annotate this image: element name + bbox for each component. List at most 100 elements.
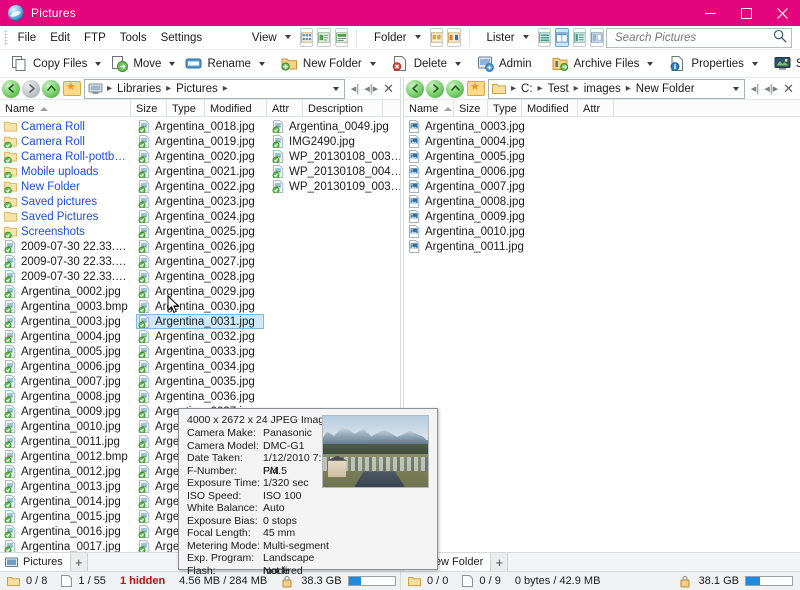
file-row[interactable]: Argentina_0029.jpg [134, 284, 264, 299]
file-row[interactable]: Argentina_0009.jpg [0, 404, 130, 419]
collapse-left-icon[interactable]: ◂| [751, 82, 759, 95]
file-row[interactable]: WP_20130108_003.jpg [268, 149, 400, 164]
file-row[interactable]: Argentina_0011.jpg [0, 434, 130, 449]
folder-row[interactable]: Camera Roll [0, 134, 130, 149]
delete-dropdown-icon[interactable] [455, 62, 461, 66]
column-header-type[interactable]: Type [167, 100, 205, 116]
file-row[interactable]: 2009-07-30 22.33.10.jpg [0, 239, 130, 254]
expand-icon[interactable]: ◂|▸ [764, 82, 778, 95]
left-path-field[interactable]: ▸ Libraries ▸ Pictures ▸ [84, 79, 345, 99]
properties-dropdown-icon[interactable] [752, 62, 758, 66]
column-header-type[interactable]: Type [488, 100, 522, 116]
file-row[interactable]: Argentina_0013.jpg [0, 479, 130, 494]
file-row[interactable]: Argentina_0019.jpg [134, 134, 264, 149]
lister-dual-vertical-button[interactable] [555, 28, 569, 47]
menu-edit[interactable]: Edit [43, 29, 77, 47]
folder-row[interactable]: Camera Roll-pottbookair [0, 149, 130, 164]
file-row[interactable]: Argentina_0030.jpg [134, 299, 264, 314]
file-row[interactable]: Argentina_0004.jpg [404, 134, 554, 149]
crumb-pictures[interactable]: Pictures [174, 83, 220, 95]
menu-ftp[interactable]: FTP [77, 29, 113, 47]
slideshow-button[interactable]: Slideshow [770, 52, 800, 76]
lister-preview-button[interactable] [590, 28, 604, 47]
close-button[interactable] [764, 0, 800, 26]
file-row[interactable]: Argentina_0010.jpg [404, 224, 554, 239]
forward-button[interactable] [426, 80, 444, 98]
file-row[interactable]: Argentina_0012.jpg [0, 464, 130, 479]
rename-button[interactable]: Rename [181, 52, 254, 76]
file-row[interactable]: Argentina_0007.jpg [0, 374, 130, 389]
column-header-attr[interactable]: Attr [578, 100, 614, 116]
file-row[interactable]: Argentina_0015.jpg [0, 509, 130, 524]
file-row[interactable]: Argentina_0023.jpg [134, 194, 264, 209]
menu-settings[interactable]: Settings [154, 29, 210, 47]
path-dropdown-icon[interactable] [333, 87, 339, 91]
file-row[interactable]: Argentina_0034.jpg [134, 359, 264, 374]
forward-button[interactable] [22, 80, 40, 98]
menu-grip-handle[interactable] [4, 30, 8, 46]
left-tab-pictures[interactable]: Pictures [0, 553, 71, 571]
column-header-description[interactable]: Description [303, 100, 383, 116]
favorites-button[interactable] [63, 81, 81, 96]
column-header-attr[interactable]: Attr [267, 100, 303, 116]
minimize-button[interactable] [692, 0, 728, 26]
file-row[interactable]: Argentina_0006.jpg [404, 164, 554, 179]
menu-file[interactable]: File [11, 29, 44, 47]
crumb-test[interactable]: Test [546, 83, 571, 95]
path-dropdown-icon[interactable] [733, 87, 739, 91]
file-row[interactable]: Argentina_0006.jpg [0, 359, 130, 374]
file-row[interactable]: Argentina_0004.jpg [0, 329, 130, 344]
file-row[interactable]: Argentina_0026.jpg [134, 239, 264, 254]
collapse-left-icon[interactable]: ◂| [351, 82, 359, 95]
new-folder-button[interactable]: New Folder [277, 52, 366, 76]
file-row[interactable]: Argentina_0022.jpg [134, 179, 264, 194]
file-row[interactable]: Argentina_0036.jpg [134, 389, 264, 404]
view-dropdown[interactable]: View [241, 29, 298, 47]
search-input[interactable] [613, 31, 773, 45]
folder-row[interactable]: Saved pictures [0, 194, 130, 209]
file-row[interactable]: Argentina_0002.jpg [0, 284, 130, 299]
file-row[interactable]: Argentina_0032.jpg [134, 329, 264, 344]
file-row[interactable]: Argentina_0031.jpg [136, 314, 264, 329]
file-row[interactable]: Argentina_0016.jpg [0, 524, 130, 539]
lister-dual-horizontal-button[interactable] [573, 28, 587, 47]
view-thumbnails-button[interactable] [300, 28, 314, 47]
file-row[interactable]: Argentina_0005.jpg [0, 344, 130, 359]
file-row[interactable]: Argentina_0009.jpg [404, 209, 554, 224]
search-icon[interactable] [773, 29, 787, 46]
folder-row[interactable]: Mobile uploads [0, 164, 130, 179]
move-button[interactable]: Move [107, 52, 165, 76]
folder-row[interactable]: New Folder [0, 179, 130, 194]
file-row[interactable]: Argentina_0012.bmp [0, 449, 130, 464]
new-folder-dropdown-icon[interactable] [370, 62, 376, 66]
admin-button[interactable]: Admin [473, 52, 536, 76]
right-file-list[interactable]: Argentina_0003.jpgArgentina_0004.jpgArge… [404, 117, 800, 552]
file-row[interactable]: Argentina_0021.jpg [134, 164, 264, 179]
folder-row[interactable]: Screenshots [0, 224, 130, 239]
file-row[interactable]: Argentina_0014.jpg [0, 494, 130, 509]
menu-tools[interactable]: Tools [113, 29, 154, 47]
file-row[interactable]: Argentina_0025.jpg [134, 224, 264, 239]
file-row[interactable]: Argentina_0027.jpg [134, 254, 264, 269]
folder-tree-button[interactable] [430, 28, 444, 47]
copy-files-button[interactable]: Copy Files [7, 52, 91, 76]
file-row[interactable]: IMG2490.jpg [268, 134, 400, 149]
favorites-button[interactable] [467, 81, 485, 96]
file-row[interactable]: 2009-07-30 22.33.52.jpg [0, 269, 130, 284]
expand-icon[interactable]: ◂|▸ [364, 82, 378, 95]
up-button[interactable] [42, 80, 60, 98]
back-button[interactable] [406, 80, 424, 98]
column-header-name[interactable]: Name [0, 100, 131, 116]
archive-files-dropdown-icon[interactable] [647, 62, 653, 66]
maximize-button[interactable] [728, 0, 764, 26]
lister-single-button[interactable] [538, 28, 552, 47]
file-row[interactable]: Argentina_0024.jpg [134, 209, 264, 224]
file-row[interactable]: WP_20130108_004.jpg [268, 164, 400, 179]
file-row[interactable]: Argentina_0005.jpg [404, 149, 554, 164]
file-row[interactable]: Argentina_0033.jpg [134, 344, 264, 359]
search-box[interactable] [606, 28, 792, 48]
properties-button[interactable]: Properties [665, 52, 747, 76]
right-new-tab-button[interactable]: + [491, 553, 508, 571]
column-header-name[interactable]: Name [404, 100, 454, 116]
file-row[interactable]: WP_20130109_003.jpg [268, 179, 400, 194]
